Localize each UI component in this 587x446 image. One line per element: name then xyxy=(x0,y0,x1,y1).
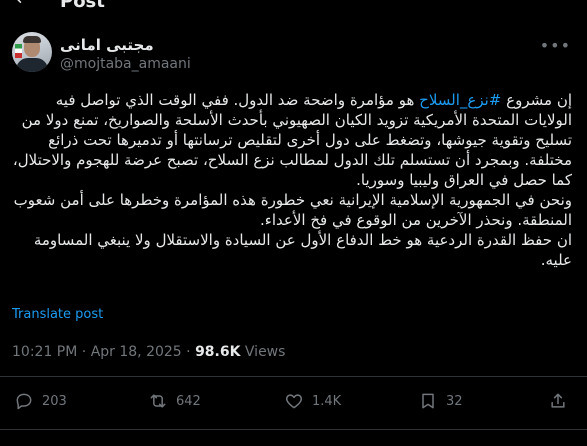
share-button[interactable] xyxy=(548,391,576,411)
like-count: 1.4K xyxy=(312,393,342,409)
post-paragraph-3: ان حفظ القدرة الردعية هو خط الدفاع الأول… xyxy=(33,231,572,269)
flag-icon xyxy=(15,44,22,58)
hashtag-link[interactable]: #نزع_السلاح xyxy=(419,91,501,109)
reply-icon xyxy=(16,393,32,410)
post-paragraph-2: ونحن في الجمهورية الإسلامية الإيرانية نع… xyxy=(13,191,572,229)
retweet-icon xyxy=(150,394,166,408)
like-button[interactable]: 1.4K xyxy=(284,391,341,411)
top-bar: ← Post xyxy=(0,0,587,14)
reply-button[interactable]: 203 xyxy=(14,391,67,411)
author-name[interactable]: مجتبی امانی xyxy=(60,36,154,54)
post-text: إن مشروع #نزع_السلاح هو مؤامرة واضحة ضد … xyxy=(10,90,572,270)
action-bar: 203 642 1.4K 32 xyxy=(0,385,587,419)
post-date[interactable]: Apr 18, 2025 xyxy=(91,344,182,360)
translate-post-link[interactable]: Translate post xyxy=(12,307,103,322)
divider xyxy=(0,429,587,430)
more-icon[interactable]: ••• xyxy=(540,36,571,55)
post-time[interactable]: 10:21 PM xyxy=(12,344,77,360)
bookmark-count: 32 xyxy=(446,393,463,409)
back-arrow-icon[interactable]: ← xyxy=(16,0,31,10)
share-icon xyxy=(551,393,565,408)
page-title: Post xyxy=(60,0,105,12)
repost-button[interactable]: 642 xyxy=(148,391,201,411)
post-meta: 10:21 PM · Apr 18, 2025 · 98.6K Views xyxy=(12,344,286,360)
views-count: 98.6K xyxy=(195,344,241,360)
avatar[interactable] xyxy=(12,32,52,72)
divider xyxy=(0,376,587,377)
bookmark-icon xyxy=(422,393,434,409)
post-paragraph-1: إن مشروع #نزع_السلاح هو مؤامرة واضحة ضد … xyxy=(12,91,572,189)
author-handle[interactable]: @mojtaba_amaani xyxy=(60,56,191,72)
heart-icon xyxy=(285,394,303,409)
bookmark-button[interactable]: 32 xyxy=(418,391,463,411)
repost-count: 642 xyxy=(176,393,201,409)
reply-count: 203 xyxy=(42,393,67,409)
views-label: Views xyxy=(240,344,286,360)
